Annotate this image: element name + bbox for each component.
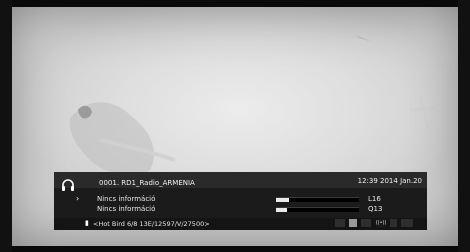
subtitle-icon — [361, 219, 372, 227]
signal-icon: ((•)) — [375, 219, 387, 227]
channel-name: 0001. RD1_Radio_ARMENIA — [99, 179, 195, 187]
frame-left — [0, 0, 12, 252]
frame-bottom — [0, 246, 470, 252]
signal-quality-fill — [276, 208, 287, 212]
lock-icon — [389, 219, 397, 227]
transponder-info: <Hot Bird 6/8 13E/12597/V/27500> — [93, 220, 210, 228]
signal-quality-bar — [276, 207, 359, 212]
date-time: 12:39 2014 Jan.20 — [357, 177, 422, 185]
signal-quality-value: Q13 — [368, 205, 383, 213]
chevron-right-icon: › — [76, 194, 80, 203]
program-info-current: Nincs információ — [97, 195, 156, 203]
satellite-icon: ▮ — [85, 219, 89, 227]
hd-icon — [401, 219, 414, 227]
frame-top — [0, 0, 470, 7]
status-icons: ((•)) — [335, 219, 425, 229]
channel-info-banner: 0001. RD1_Radio_ARMENIA 12:39 2014 Jan.2… — [54, 172, 427, 230]
headphones-icon — [62, 179, 74, 191]
favorite-icon — [349, 219, 358, 227]
radio-icon — [335, 219, 345, 227]
frame-right — [458, 0, 470, 252]
signal-level-value: L16 — [368, 195, 381, 203]
signal-level-bar — [276, 197, 359, 202]
signal-level-fill — [276, 198, 290, 202]
program-info-next: Nincs információ — [97, 205, 156, 213]
